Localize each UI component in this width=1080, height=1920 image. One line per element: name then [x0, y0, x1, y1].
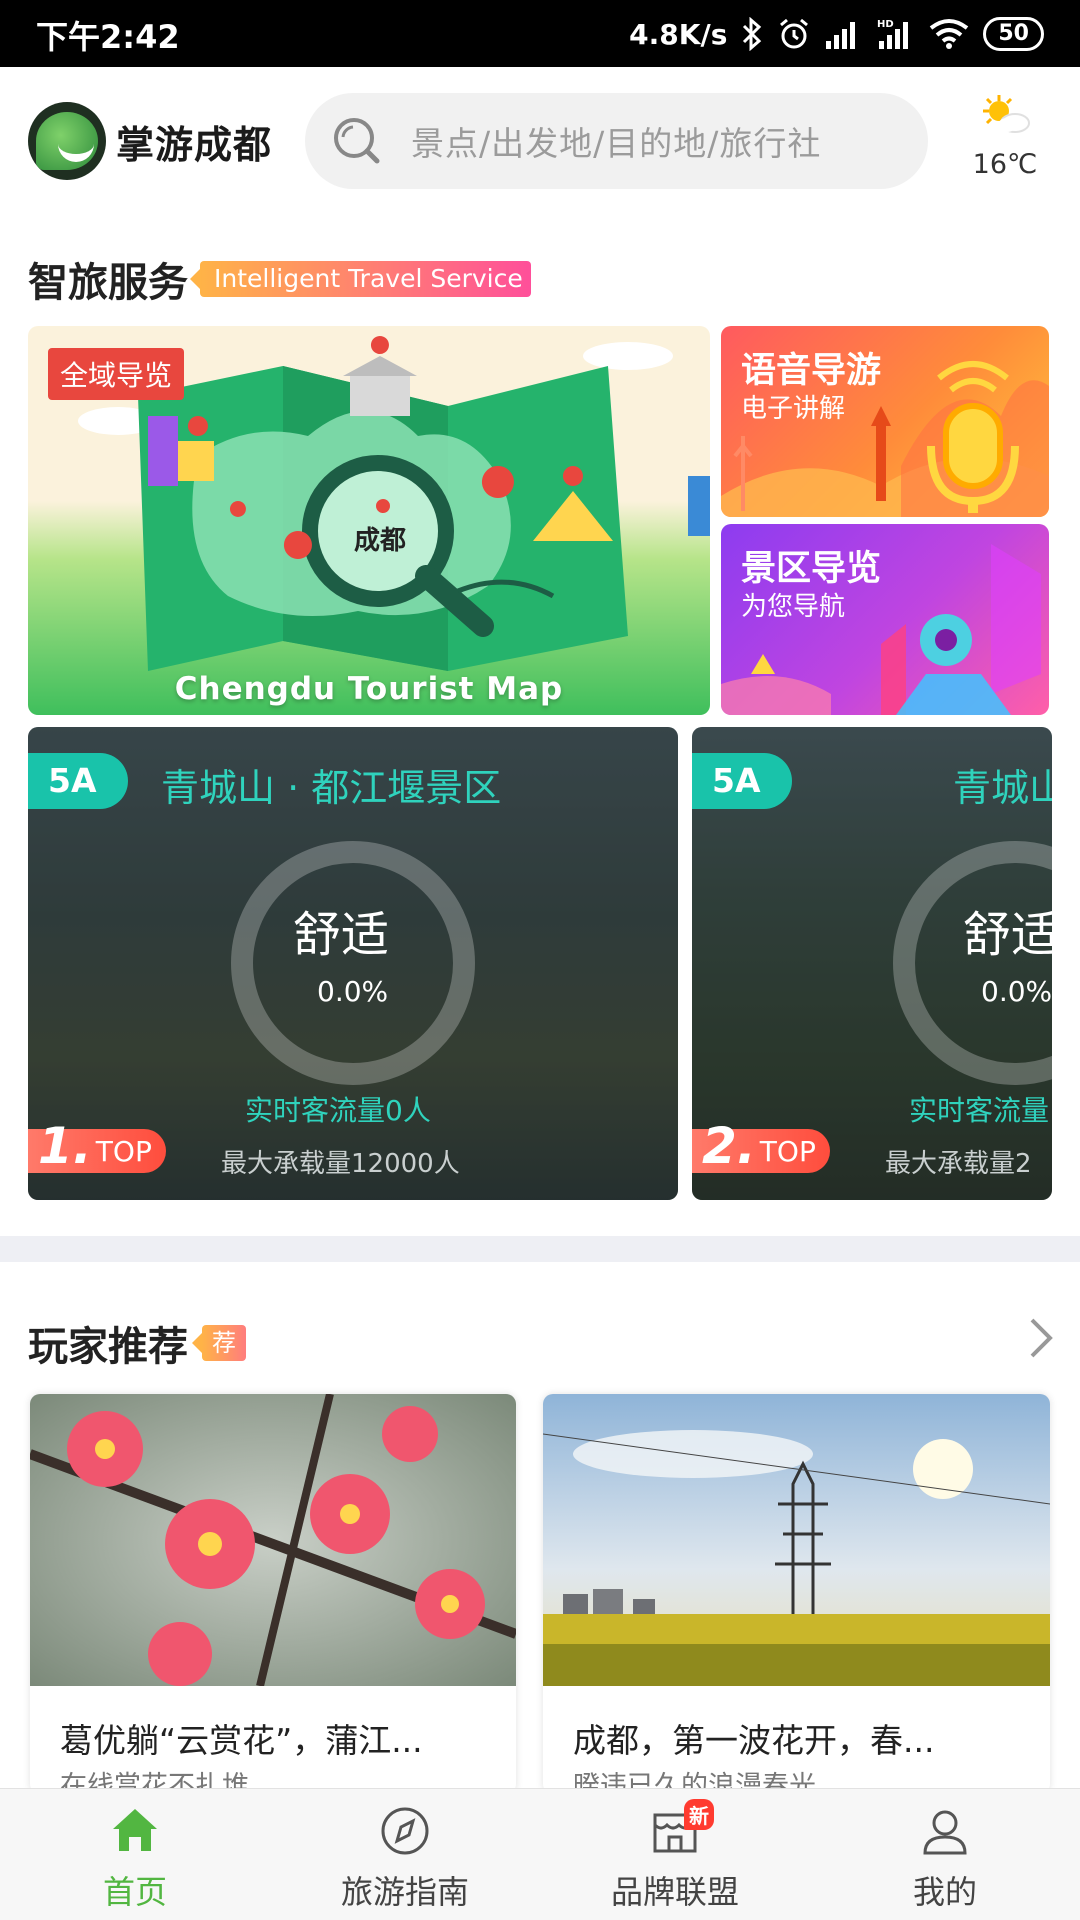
spot-rank-label: TOP	[759, 1134, 816, 1168]
nav-label: 我的	[912, 1873, 977, 1911]
recommend-card[interactable]: 成都，第一波花开，春... 暌违已久的浪漫春光	[543, 1394, 1050, 1794]
home-icon	[113, 1809, 157, 1851]
scenic-guide-card[interactable]: 景区导览 为您导航	[721, 524, 1049, 715]
rapeseed-field-photo	[543, 1394, 1050, 1686]
compass-icon	[381, 1807, 429, 1855]
recommend-card-title: 成都，第一波花开，春...	[573, 1721, 935, 1760]
tourist-map-card[interactable]: 成都 全域导览 Chengdu Tourist Map	[28, 326, 710, 715]
weather-temperature: 16℃	[972, 149, 1038, 180]
status-icons: 4.8K/s HD 50	[629, 12, 1044, 56]
alarm-icon	[777, 14, 811, 54]
nav-item-brand-alliance[interactable]: 新 品牌联盟	[540, 1789, 810, 1920]
spot-rank-number: 2.	[702, 1117, 756, 1175]
flower-photo	[30, 1394, 516, 1686]
spot-rank-badge: 1. TOP	[28, 1121, 166, 1173]
panda-logo-icon	[28, 102, 106, 180]
spot-level-badge: 5A	[692, 753, 792, 809]
spot-card[interactable]: 5A 青城山 · 都江堰景区 舒适 0.0% 实时客流量0人 最大承载量1200…	[28, 727, 678, 1200]
app-name: 掌游成都	[116, 122, 273, 167]
section-divider	[0, 1236, 1080, 1262]
wifi-icon	[929, 14, 969, 54]
smart-service-header: 智旅服务 Intelligent Travel Service	[28, 250, 531, 308]
search-bar[interactable]: 景点/出发地/目的地/旅行社	[305, 93, 928, 189]
hd-signal-icon: HD	[875, 14, 915, 54]
user-icon	[923, 1810, 967, 1855]
svg-text:HD: HD	[877, 19, 894, 30]
nav-label: 首页	[102, 1873, 167, 1911]
smart-service-tag: Intelligent Travel Service	[190, 261, 531, 297]
audio-guide-card[interactable]: 语音导游 电子讲解	[721, 326, 1049, 517]
status-time: 下午2:42	[36, 18, 180, 56]
spot-percentage: 0.0%	[981, 975, 1052, 1008]
recommend-tag: 荐	[192, 1325, 246, 1361]
bluetooth-icon	[741, 14, 763, 54]
scenic-guide-title: 景区导览	[741, 549, 882, 589]
search-placeholder: 景点/出发地/目的地/旅行社	[411, 124, 822, 163]
map-badge: 全域导览	[48, 348, 185, 400]
scenic-guide-subtitle: 为您导航	[741, 592, 846, 622]
spot-flow: 实时客流量	[909, 1094, 1050, 1127]
app-header: 掌游成都 景点/出发地/目的地/旅行社 16℃	[0, 67, 1080, 217]
smart-service-title: 智旅服务	[28, 260, 188, 306]
spot-flow: 实时客流量0人	[245, 1094, 431, 1127]
spot-rank-number: 1.	[38, 1117, 92, 1175]
network-speed: 4.8K/s	[629, 17, 728, 51]
map-center-label: 成都	[354, 526, 406, 556]
spot-comfort-label: 舒适	[293, 907, 390, 963]
chevron-right-icon[interactable]	[1024, 1316, 1056, 1360]
search-icon	[334, 118, 380, 164]
spot-comfort-label: 舒适	[963, 907, 1052, 963]
spot-level-badge: 5A	[28, 753, 128, 809]
spot-card[interactable]: 5A 青城山 舒适 0.0% 实时客流量 最大承载量2 2. TOP	[692, 727, 1052, 1200]
weather-widget[interactable]: 16℃	[950, 91, 1060, 180]
new-badge: 新	[684, 1799, 714, 1830]
spot-max-capacity: 最大承载量2	[885, 1149, 1032, 1179]
bottom-nav: 首页 旅游指南 新 品牌联盟 我的	[0, 1788, 1080, 1920]
nav-label: 旅游指南	[340, 1873, 469, 1911]
recommend-card-title: 葛优躺“云赏花”，蒲江...	[60, 1721, 423, 1760]
map-caption: Chengdu Tourist Map	[174, 671, 564, 707]
spot-rank-badge: 2. TOP	[692, 1121, 830, 1173]
recommend-header: 玩家推荐 荐	[28, 1314, 246, 1372]
nav-item-guide[interactable]: 旅游指南	[270, 1789, 540, 1920]
nav-label: 品牌联盟	[610, 1873, 739, 1911]
audio-guide-title: 语音导游	[741, 351, 882, 391]
spot-rank-label: TOP	[95, 1134, 152, 1168]
spot-percentage: 0.0%	[317, 975, 389, 1008]
audio-guide-subtitle: 电子讲解	[741, 394, 846, 424]
spot-name: 青城山 · 都江堰景区	[161, 766, 502, 810]
status-bar: 下午2:42 4.8K/s HD 50	[0, 0, 1080, 67]
nav-item-home[interactable]: 首页	[0, 1789, 270, 1920]
spot-name: 青城山	[953, 766, 1052, 810]
recommend-card[interactable]: 葛优躺“云赏花”，蒲江... 在线赏花不扎堆	[30, 1394, 516, 1794]
signal-icon	[825, 14, 861, 54]
partly-sunny-icon	[983, 95, 1030, 133]
nav-item-me[interactable]: 我的	[810, 1789, 1080, 1920]
battery-icon: 50	[983, 17, 1044, 51]
app-logo: 掌游成都	[28, 102, 272, 180]
recommend-title: 玩家推荐	[28, 1324, 188, 1370]
spot-max-capacity: 最大承载量12000人	[221, 1149, 460, 1179]
